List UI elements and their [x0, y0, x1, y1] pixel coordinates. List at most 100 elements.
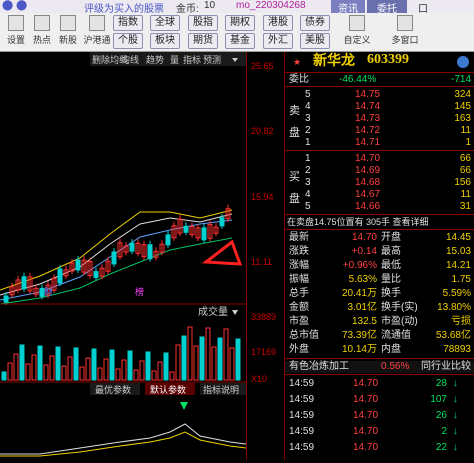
volume-dropdown-icon[interactable] [232, 310, 238, 315]
tab-default-label: 默认参数 [150, 384, 186, 395]
buy-row: 2 14.69 66 [285, 165, 474, 177]
stat-label-2: 内盘 [381, 344, 401, 355]
buy-row: 4 14.67 11 [285, 189, 474, 201]
volume-bar [151, 370, 157, 381]
weibi-row: 委比 -46.44% -714 [289, 74, 471, 85]
global-button[interactable]: 全球 [150, 15, 180, 31]
book-volume: 11 [460, 125, 471, 136]
stat-value-2: 14.45 [445, 232, 471, 243]
stats-row: 总手 20.41万 换手 5.59% [285, 288, 474, 300]
us-stocks-button[interactable]: 美股 [300, 33, 330, 49]
hk-connect-button[interactable]: 沪港通 [82, 15, 112, 46]
price-axis: 25.65 20.82 15.94 11.11 33889 17169 X10 [246, 52, 283, 460]
options-button[interactable]: 期权 [225, 15, 255, 31]
axis-p2: 20.82 [251, 126, 274, 136]
settings-button[interactable]: 设置 [4, 15, 28, 46]
indicator-line-2 [0, 431, 247, 457]
sep-5 [285, 229, 474, 230]
stat-label-2: 量比 [381, 274, 401, 285]
star-icon[interactable]: ★ [293, 56, 301, 68]
sell-row: 2 14.72 11 [285, 125, 474, 137]
kline-chart[interactable]: 删除均线 均线 趋势 量 指标 预测 财 榜 成交量 最优参数 默认参数 指标说… [0, 52, 247, 460]
quote-panel: ★ 新华龙 603399 委比 -46.44% -714 卖盘 5 14.75 32… [284, 52, 474, 460]
stat-value: 3.01亿 [347, 302, 377, 313]
book-price: 14.70 [355, 153, 381, 164]
sep-1 [285, 72, 474, 73]
customize-button[interactable]: 自定义 [340, 15, 374, 46]
menu-ma[interactable]: 均线 [121, 54, 139, 65]
menu-forecast[interactable]: 预测 [203, 55, 221, 65]
book-volume: 66 [459, 165, 471, 176]
futures-button[interactable]: 期货 [188, 33, 218, 49]
globe-icon[interactable] [457, 56, 469, 68]
stats-row: 振幅 5.63% 量比 1.75 [285, 274, 474, 286]
book-volume: 11 [460, 189, 471, 200]
user-id: mo_220304268 [236, 0, 306, 11]
menu-trend[interactable]: 趋势 [146, 54, 164, 65]
volume-bar [163, 352, 169, 381]
stock-button[interactable]: 个股 [113, 33, 143, 49]
stat-value: +0.96% [342, 260, 377, 271]
tick-volume: 22 [435, 442, 447, 453]
book-volume: 156 [454, 177, 471, 188]
tick-time: 14:59 [289, 426, 315, 437]
volume-bar [127, 350, 133, 381]
order-tab[interactable]: 委托 [367, 0, 407, 13]
axis-v1: 33889 [251, 312, 277, 322]
index-button[interactable]: 指数 [113, 15, 143, 31]
stats-row: 涨跌 +0.14 最高 15.03 [285, 246, 474, 258]
stats-row: 金额 3.01亿 换手(实) 13.80% [285, 302, 474, 314]
stat-value-2: 13.80% [437, 302, 471, 313]
volume-bar [133, 369, 139, 381]
fund-button[interactable]: 基金 [225, 33, 255, 49]
stock-name: 新华龙 [313, 52, 355, 68]
axis-v2: 17169 [251, 347, 277, 357]
marker-bang: 榜 [135, 286, 144, 297]
tick-price: 14.70 [353, 394, 379, 405]
close-icon[interactable]: 口 [418, 0, 428, 13]
menu-indicator[interactable]: 指标 [183, 54, 201, 65]
multiwindow-button[interactable]: 多窗口 [388, 15, 422, 46]
info-line[interactable]: 在卖盘14.75位置有 305手 查看详细 [285, 216, 474, 228]
bonds-button[interactable]: 债券 [300, 15, 330, 31]
volume-bar [1, 371, 7, 381]
kline-svg: 删除均线 均线 趋势 量 指标 预测 财 榜 成交量 最优参数 默认参数 指标说… [0, 52, 247, 457]
stat-label: 最新 [289, 232, 309, 243]
futures-index-button[interactable]: 股指 [188, 15, 218, 31]
stat-label-2: 流通值 [381, 330, 411, 341]
stat-value: 5.63% [348, 274, 377, 285]
hk-stocks-button[interactable]: 港股 [263, 15, 293, 31]
stats-row: 总市值 73.39亿 流通值 53.68亿 [285, 330, 474, 342]
volume-bar [103, 358, 109, 381]
hotspot-button[interactable]: 热点 [30, 15, 54, 46]
stat-value: 73.39亿 [341, 330, 377, 341]
book-volume: 1 [465, 137, 471, 148]
stat-value-2: 亏损 [451, 316, 471, 327]
forex-button[interactable]: 外汇 [263, 33, 293, 49]
sep-4 [285, 214, 474, 215]
newstock-button[interactable]: 新股 [56, 15, 80, 46]
stats-row: 最新 14.70 开盘 14.45 [285, 232, 474, 244]
book-volume: 324 [454, 89, 471, 100]
sector-button[interactable]: 板块 [150, 33, 180, 49]
book-volume: 66 [459, 153, 471, 164]
tick-row: 14:59 14.70 26 ↓ [285, 410, 474, 422]
sell-row: 1 14.71 1 [285, 137, 474, 149]
stat-value-2: 14.21 [445, 260, 471, 271]
stat-value-2: 1.75 [451, 274, 471, 285]
volume-bar [79, 366, 85, 381]
volume-bar [31, 354, 37, 381]
stat-label: 总市值 [289, 330, 319, 341]
book-price: 14.69 [355, 165, 381, 176]
volume-bar [211, 346, 217, 381]
menu-vol[interactable]: 量 [170, 55, 179, 65]
volume-bar [199, 336, 205, 381]
logo-icon: ⬤ ⬤ [2, 0, 28, 11]
volume-bar [13, 353, 19, 381]
buy-row: 3 14.68 156 [285, 177, 474, 189]
stat-label: 外盘 [289, 344, 309, 355]
stat-value: 132.5 [351, 316, 377, 327]
news-tab[interactable]: 资讯 [331, 0, 365, 13]
sector-row[interactable]: 有色冶炼加工 0.56% 同行业比较 [285, 361, 474, 373]
volume-bar [229, 347, 235, 381]
